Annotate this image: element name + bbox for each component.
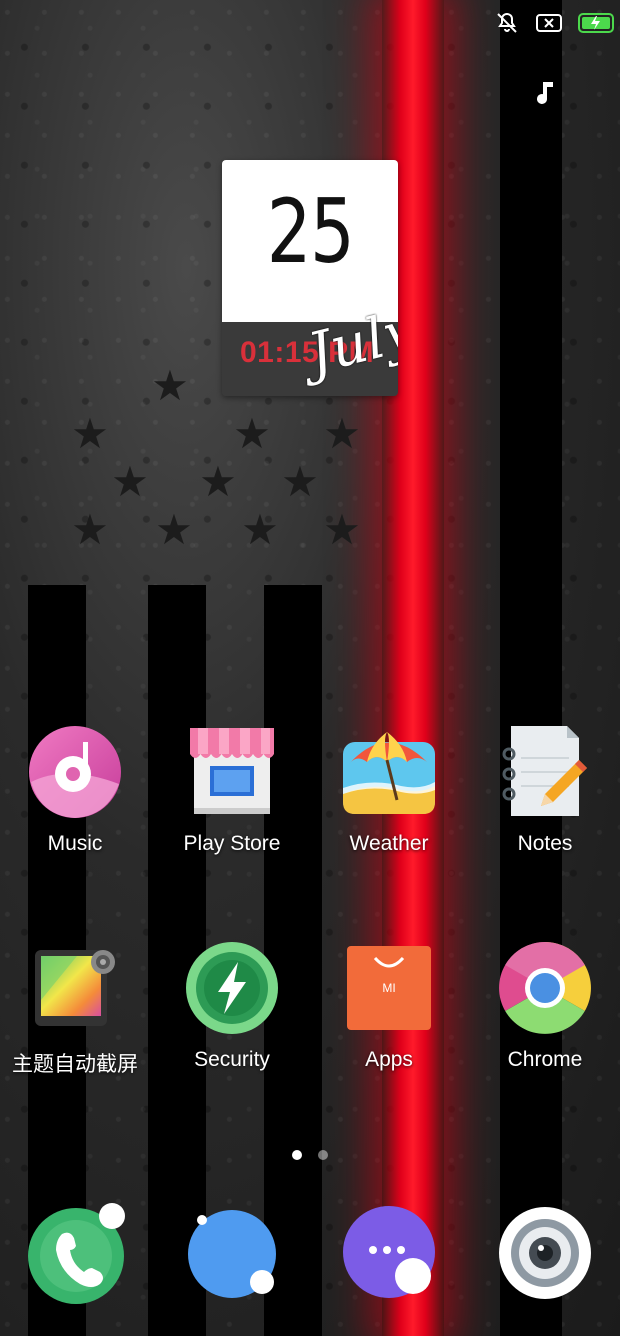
app-music[interactable]: Music <box>0 724 153 856</box>
phone-icon <box>28 1203 125 1304</box>
music-icon <box>27 724 123 820</box>
dock-contacts[interactable] <box>178 1200 288 1310</box>
weather-icon <box>341 724 437 820</box>
chrome-icon <box>497 940 593 1036</box>
sim-x-icon <box>536 11 562 35</box>
app-label: Notes <box>517 832 573 855</box>
app-play-store[interactable]: Play Store <box>154 724 310 856</box>
page-dot-2[interactable] <box>318 1150 328 1160</box>
status-bar <box>494 8 620 38</box>
theme-screenshot-icon <box>27 940 123 1036</box>
app-theme-screenshot[interactable]: 主题自动截屏 <box>0 940 153 1078</box>
camera-icon <box>499 1207 591 1299</box>
svg-text:MI: MI <box>382 981 395 995</box>
app-label: Security <box>194 1048 270 1071</box>
dock-phone[interactable] <box>22 1200 132 1310</box>
app-label: Weather <box>349 832 429 855</box>
dock-messages[interactable] <box>333 1200 443 1310</box>
app-security[interactable]: Security <box>154 940 310 1072</box>
app-chrome[interactable]: Chrome <box>467 940 620 1072</box>
mute-bell-icon <box>494 11 520 35</box>
dock-camera[interactable] <box>490 1200 600 1310</box>
battery-charging-icon <box>578 11 616 35</box>
page-dot-1[interactable] <box>292 1150 302 1160</box>
app-label: Apps <box>365 1048 413 1071</box>
clock-widget[interactable]: 25 01:15 PM July <box>222 160 398 396</box>
security-icon <box>184 940 280 1036</box>
app-weather[interactable]: Weather <box>311 724 467 856</box>
apps-bag-icon: MI <box>341 940 437 1036</box>
app-label: Play Store <box>183 832 281 855</box>
music-note-icon <box>535 80 557 106</box>
contacts-icon <box>188 1210 276 1298</box>
clock-day: 25 <box>266 180 355 283</box>
store-icon <box>184 724 280 820</box>
messages-icon <box>343 1206 435 1298</box>
app-apps[interactable]: MI Apps <box>311 940 467 1072</box>
app-label: 主题自动截屏 <box>12 1053 138 1076</box>
page-indicator[interactable] <box>0 1150 620 1160</box>
app-notes[interactable]: Notes <box>467 724 620 856</box>
notes-icon <box>497 724 593 820</box>
app-label: Chrome <box>507 1048 583 1071</box>
app-label: Music <box>47 832 103 855</box>
